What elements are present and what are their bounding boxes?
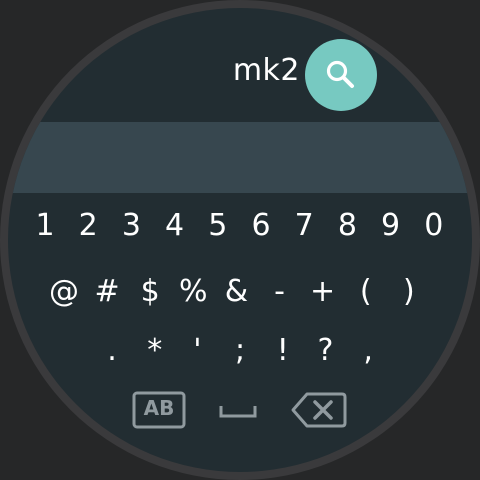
key-zero[interactable]: 0	[416, 204, 452, 248]
key-period[interactable]: .	[94, 329, 130, 373]
keyboard-row-symbols: @ # $% & - +()	[8, 270, 472, 314]
search-button[interactable]	[305, 39, 377, 111]
search-icon	[326, 60, 354, 88]
key-hash[interactable]: #	[89, 270, 125, 314]
key-three[interactable]: 3	[113, 204, 149, 248]
key-percent[interactable]: %	[175, 270, 211, 314]
keyboard-mode-button[interactable]: AB	[132, 391, 186, 429]
keyboard-row-punctuation: . * ';!?,	[8, 329, 472, 373]
backspace-icon	[291, 392, 347, 428]
key-six[interactable]: 6	[243, 204, 279, 248]
search-result-bar[interactable]	[8, 122, 472, 193]
space-bar-icon	[219, 406, 257, 418]
key-semicolon[interactable]: ;	[222, 329, 258, 373]
key-seven[interactable]: 7	[286, 204, 322, 248]
keyboard-mode-label: AB	[143, 396, 175, 420]
key-asterisk[interactable]: *	[137, 329, 173, 373]
keyboard-row-numbers: 1234567890	[8, 204, 472, 248]
key-five[interactable]: 5	[200, 204, 236, 248]
key-nine[interactable]: 9	[373, 204, 409, 248]
key-close-paren[interactable]: )	[391, 270, 427, 314]
key-minus[interactable]: -	[262, 270, 298, 314]
key-exclamation[interactable]: !	[265, 329, 301, 373]
key-at[interactable]: @	[46, 270, 82, 314]
key-ampersand[interactable]: &	[218, 270, 254, 314]
space-key[interactable]	[218, 398, 258, 422]
key-plus[interactable]: +	[305, 270, 341, 314]
key-eight[interactable]: 8	[329, 204, 365, 248]
key-open-paren[interactable]: (	[348, 270, 384, 314]
watch-face: mk2 1234567890 @ # $% & - +() . * ';!?, AB	[8, 8, 472, 472]
key-question[interactable]: ?	[308, 329, 344, 373]
watch-screen: mk2 1234567890 @ # $% & - +() . * ';!?, AB	[0, 0, 480, 480]
search-query-text[interactable]: mk2	[210, 51, 300, 91]
key-dollar[interactable]: $	[132, 270, 168, 314]
key-two[interactable]: 2	[70, 204, 106, 248]
key-four[interactable]: 4	[157, 204, 193, 248]
key-apostrophe[interactable]: '	[179, 329, 215, 373]
key-comma[interactable]: ,	[350, 329, 386, 373]
key-one[interactable]: 1	[27, 204, 63, 248]
backspace-key[interactable]	[291, 391, 347, 429]
